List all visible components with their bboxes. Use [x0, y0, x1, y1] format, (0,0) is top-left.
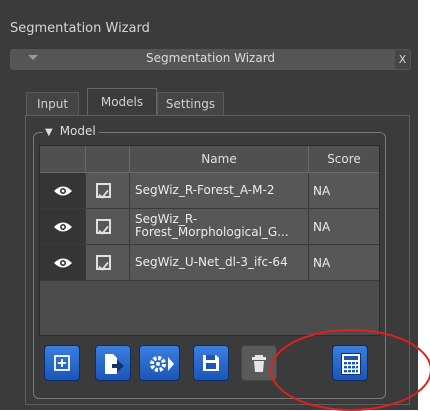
model-settings-button[interactable]	[139, 345, 180, 381]
visibility-toggle[interactable]	[40, 173, 86, 208]
name-cell[interactable]: SegWiz_R- Forest_Morphological_G...	[130, 209, 309, 244]
collapsible-header[interactable]: Segmentation Wizard X	[10, 49, 411, 70]
annotation-circle	[270, 329, 430, 411]
models-table: Name Score SegWiz_R-Forest_A-M-2 NA SegW…	[39, 145, 380, 336]
model-name: SegWiz_U-Net_dl-3_ifc-64	[135, 255, 288, 269]
score-cell[interactable]: NA	[309, 173, 379, 208]
save-button[interactable]	[193, 345, 229, 381]
checkbox-cell[interactable]	[86, 209, 130, 244]
model-group-title: Model	[59, 124, 96, 138]
model-checkbox[interactable]	[96, 183, 111, 199]
collapsible-title: Segmentation Wizard	[145, 51, 276, 65]
close-button[interactable]: X	[395, 50, 410, 69]
eye-icon[interactable]	[53, 256, 73, 270]
name-cell[interactable]: SegWiz_R-Forest_A-M-2	[130, 173, 309, 208]
table-row[interactable]: SegWiz_R-Forest_A-M-2 NA	[40, 173, 379, 209]
header-score[interactable]: Score	[309, 146, 379, 173]
header-enabled	[86, 146, 130, 173]
table-row[interactable]: SegWiz_R- Forest_Morphological_G... NA	[40, 209, 379, 245]
model-checkbox[interactable]	[96, 255, 111, 271]
check-icon	[98, 261, 109, 271]
window-title: Segmentation Wizard	[10, 21, 150, 36]
model-score: NA	[313, 184, 331, 198]
check-icon	[98, 225, 109, 235]
save-icon	[203, 355, 219, 371]
checkbox-cell[interactable]	[86, 173, 130, 208]
score-cell[interactable]: NA	[309, 245, 379, 280]
model-name: SegWiz_R- Forest_Morphological_G...	[135, 212, 289, 239]
tab-models[interactable]: Models	[87, 88, 157, 115]
tab-input[interactable]: Input	[26, 92, 79, 115]
header-visibility	[40, 146, 86, 173]
model-name: SegWiz_R-Forest_A-M-2	[135, 183, 275, 197]
export-model-button[interactable]	[95, 345, 131, 381]
eye-icon[interactable]	[53, 184, 73, 198]
model-settings-icon	[150, 356, 174, 372]
trash-icon	[252, 355, 266, 372]
table-row[interactable]: SegWiz_U-Net_dl-3_ifc-64 NA	[40, 245, 379, 281]
model-group-legend[interactable]: ▼ Model	[43, 123, 99, 141]
add-model-icon	[54, 355, 70, 371]
model-checkbox[interactable]	[96, 219, 111, 235]
check-icon	[98, 189, 109, 199]
visibility-toggle[interactable]	[40, 245, 86, 280]
model-score: NA	[313, 256, 331, 270]
expand-triangle-icon[interactable]: ▼	[45, 127, 53, 138]
score-cell[interactable]: NA	[309, 209, 379, 244]
checkbox-cell[interactable]	[86, 245, 130, 280]
model-score: NA	[313, 220, 331, 234]
add-model-button[interactable]	[44, 345, 80, 381]
visibility-toggle[interactable]	[40, 209, 86, 244]
eye-icon[interactable]	[53, 220, 73, 234]
header-name[interactable]: Name	[130, 146, 309, 173]
export-model-icon	[105, 354, 124, 374]
tab-settings[interactable]: Settings	[157, 92, 224, 115]
name-cell[interactable]: SegWiz_U-Net_dl-3_ifc-64	[130, 245, 309, 280]
